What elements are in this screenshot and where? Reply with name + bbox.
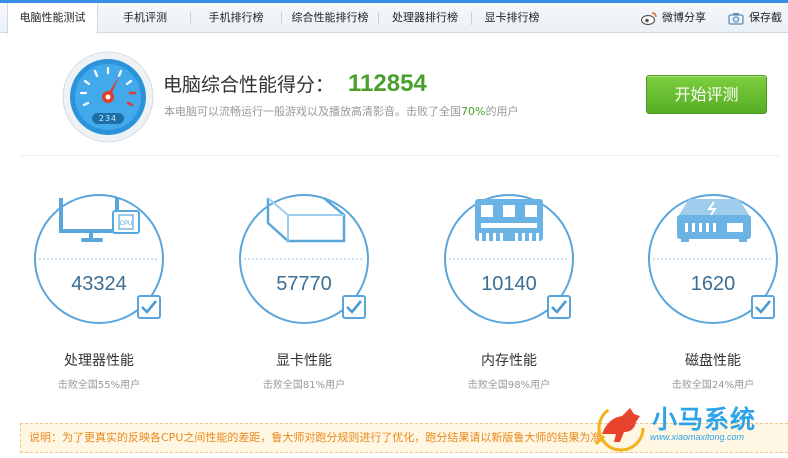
memory-score: 10140 [481,273,537,295]
tab-gpu-ranking[interactable]: 显卡排行榜 [474,3,550,33]
tab-separator [281,12,282,25]
check-icon [751,295,775,319]
tab-overall-ranking[interactable]: 综合性能排行榜 [284,3,376,33]
disk-metric-card: 1620 磁盘性能 击败全国24%用户 [647,193,788,393]
save-screenshot-label: 保存截 [749,11,782,24]
performance-gauge-icon: 234 [62,51,154,143]
gpu-metric-card: 57770 显卡性能 击败全国81%用户 [238,193,428,393]
cpu-score: 43324 [71,273,127,295]
memory-metric-rank: 击败全国98%用户 [467,380,551,391]
tab-bar: 电脑性能测试 手机评测 手机排行榜 综合性能排行榜 处理器排行榜 显卡排行榜 微… [0,3,788,34]
cpu-metric-card: CPU 43324 处理器性能 击败全国55%用户 [33,193,223,393]
cpu-metric-rank: 击败全国55%用户 [57,380,141,391]
tab-phone-review[interactable]: 手机评测 [105,3,185,33]
weibo-share-button[interactable]: 微博分享 [641,3,706,33]
weibo-share-label: 微博分享 [662,11,706,24]
disk-metric-rank: 击败全国24%用户 [671,380,755,391]
disk-score: 1620 [690,273,736,295]
watermark-url: www.xiaomaxitong.com [650,432,745,442]
check-icon [547,295,571,319]
gpu-metric-label: 显卡性能 [276,353,332,369]
score-description: 本电脑可以流畅运行一般游戏以及播放高清影音。击败了全国70%的用户 [164,103,518,119]
divider [20,155,780,156]
tab-cpu-ranking[interactable]: 处理器排行榜 [380,3,470,33]
tab-separator [471,12,472,25]
beat-percent: 70% [461,105,486,118]
gpu-score: 57770 [276,273,332,295]
watermark-name: 小马系统 [652,405,757,434]
gpu-metric-rank: 击败全国81%用户 [262,380,346,391]
total-score: 112854 [348,70,427,97]
svg-text:CPU: CPU [120,221,133,227]
start-test-button[interactable]: 开始评测 [646,75,767,114]
tab-pc-test[interactable]: 电脑性能测试 [7,3,98,34]
score-heading: 电脑综合性能得分： 112854 [163,70,427,98]
gauge-digits: 234 [98,114,118,123]
check-icon [342,295,366,319]
tab-phone-ranking[interactable]: 手机排行榜 [196,3,276,33]
watermark-logo: 小马系统 www.xiaomaxitong.com [588,398,788,458]
camera-icon [728,12,744,25]
horse-logo-icon [594,404,645,452]
save-screenshot-button[interactable]: 保存截 [728,3,782,33]
weibo-icon [641,11,657,25]
memory-metric-label: 内存性能 [481,353,537,369]
score-sub-prefix: 本电脑可以流畅运行一般游戏以及播放高清影音。击败了全国 [164,105,461,118]
disk-metric-label: 磁盘性能 [685,353,741,369]
score-title: 电脑综合性能得分： [163,74,335,96]
cpu-metric-label: 处理器性能 [64,353,134,369]
check-icon [137,295,161,319]
score-sub-suffix: 的用户 [485,105,519,118]
memory-metric-card: 10140 内存性能 击败全国98%用户 [443,193,633,393]
tab-separator [378,12,379,25]
tab-separator [190,12,191,25]
